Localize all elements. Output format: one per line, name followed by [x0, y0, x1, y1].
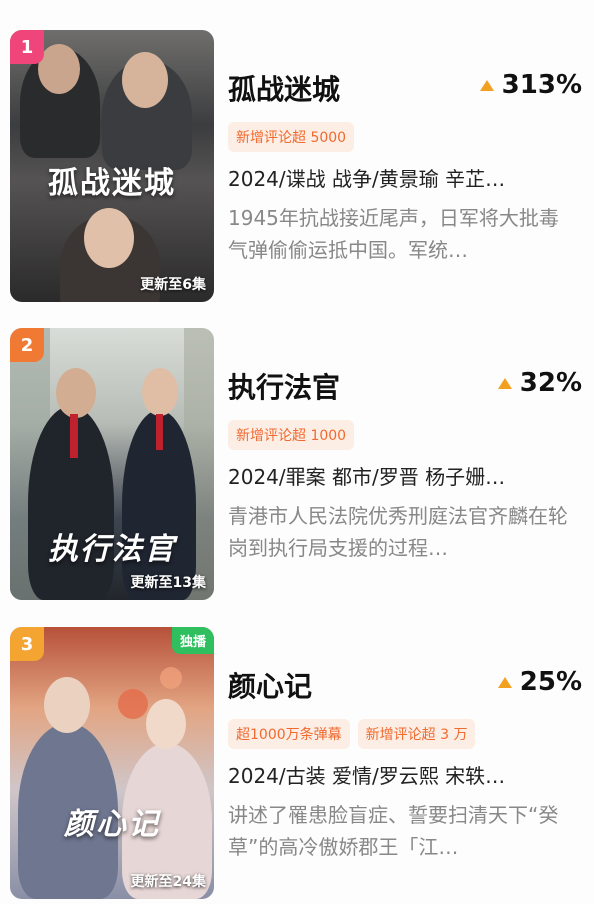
drama-meta: 2024/罪案 都市/罗晋 杨子姗…: [228, 465, 506, 489]
poster-flower: [118, 689, 148, 719]
growth-indicator: 32%: [497, 368, 582, 398]
rank-badge: 2: [10, 328, 44, 362]
rank-badge: 3: [10, 627, 44, 661]
comment-tag: 新增评论超 5000: [228, 122, 355, 152]
poster-image[interactable]: 孤战迷城 更新至6集 1: [10, 30, 214, 302]
drama-meta: 2024/古装 爱情/罗云熙 宋轶…: [228, 764, 506, 788]
poster-face: [56, 368, 96, 418]
poster-tie: [70, 414, 78, 458]
poster-face: [38, 44, 80, 94]
growth-indicator: 25%: [497, 667, 582, 697]
growth-value: 313%: [501, 70, 582, 100]
update-status: 更新至6集: [140, 277, 206, 293]
growth-value: 32%: [519, 368, 582, 398]
growth-indicator: 313%: [479, 70, 582, 100]
tag-row: 超1000万条弹幕 新增评论超 3 万: [228, 719, 476, 749]
arrow-up-icon: [497, 676, 512, 688]
drama-description: 青港市人民法院优秀刑庭法官齐麟在轮岗到执行局支援的过程…: [228, 504, 568, 560]
arrow-up-icon: [497, 377, 512, 389]
poster-image[interactable]: 执行法官 更新至13集 2: [10, 328, 214, 600]
tag-row: 新增评论超 1000: [228, 420, 355, 450]
poster-flower: [160, 667, 182, 689]
drama-description: 讲述了罹患脸盲症、誓要扫清天下“癸草”的高冷傲娇郡王「江…: [228, 803, 559, 859]
poster-tie: [156, 414, 163, 450]
rank-badge: 1: [10, 30, 44, 64]
exclusive-badge: 独播: [171, 627, 214, 654]
drama-title[interactable]: 孤战迷城: [228, 68, 340, 108]
list-item[interactable]: 执行法官 更新至13集 2 执行法官 32% 新增评论超 1000 2024/罪…: [10, 328, 584, 600]
poster-title: 孤战迷城: [48, 166, 176, 201]
list-item[interactable]: 颜心记 更新至24集 3 独播 颜心记 25% 超1000万条弹幕 新增评论超 …: [10, 627, 584, 899]
poster-title: 执行法官: [48, 532, 176, 567]
poster-image[interactable]: 颜心记 更新至24集 3 独播: [10, 627, 214, 899]
poster-face: [122, 52, 168, 108]
list-item[interactable]: 孤战迷城 更新至6集 1 孤战迷城 313% 新增评论超 5000 2024/谍…: [10, 30, 584, 302]
poster-face: [84, 208, 134, 268]
tag-row: 新增评论超 5000: [228, 122, 355, 152]
poster-face: [44, 677, 90, 733]
drama-title[interactable]: 颜心记: [228, 665, 312, 705]
poster-face: [142, 368, 178, 416]
comment-tag: 新增评论超 1000: [228, 420, 355, 450]
poster-face: [146, 699, 186, 749]
growth-value: 25%: [519, 667, 582, 697]
drama-description: 1945年抗战接近尾声，日军将大批毒气弹偷偷运抵中国。军统…: [228, 206, 559, 262]
arrow-up-icon: [479, 79, 494, 91]
comment-tag: 新增评论超 3 万: [357, 719, 476, 749]
update-status: 更新至24集: [130, 874, 206, 890]
ranking-list: 孤战迷城 更新至6集 1 孤战迷城 313% 新增评论超 5000 2024/谍…: [0, 0, 594, 904]
drama-meta: 2024/谍战 战争/黄景瑜 辛芷…: [228, 167, 506, 191]
danmaku-tag: 超1000万条弹幕: [228, 719, 350, 749]
poster-title: 颜心记: [64, 807, 160, 842]
drama-title[interactable]: 执行法官: [228, 366, 340, 406]
update-status: 更新至13集: [130, 575, 206, 591]
